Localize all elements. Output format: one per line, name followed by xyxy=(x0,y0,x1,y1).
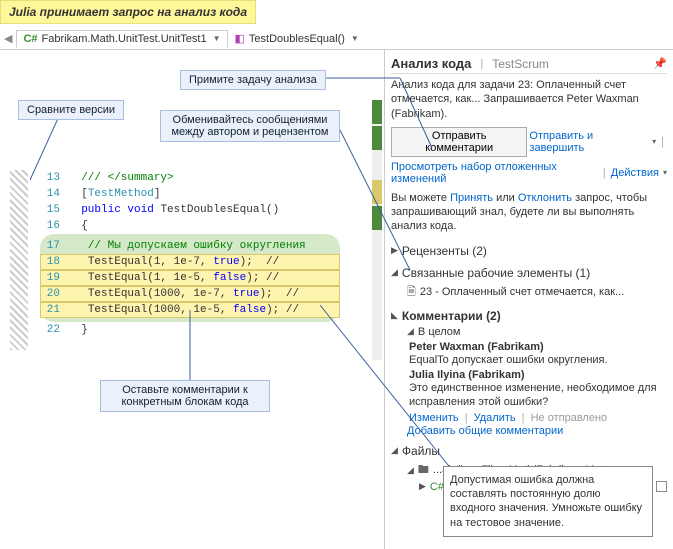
code-block[interactable]: 13 /// </summary> 14 [[TestMethod]TestMe… xyxy=(40,170,340,338)
accept-link[interactable]: Принять xyxy=(450,192,493,204)
callout-exchange: Обменивайтесь сообщениями между автором … xyxy=(160,110,340,142)
expand-icon: ▶ xyxy=(391,245,398,256)
pin-icon[interactable]: 📌 xyxy=(653,57,667,70)
edit-comment-link[interactable]: Изменить xyxy=(409,412,459,424)
tab-file[interactable]: C# Fabrikam.Math.UnitTest.UnitTest1 ▼ xyxy=(16,30,227,48)
panel-title: Анализ кода xyxy=(391,56,471,71)
scroll-overview[interactable] xyxy=(372,100,382,360)
callout-compare: Сравните версии xyxy=(18,100,124,120)
panel-subtitle: TestScrum xyxy=(492,57,549,71)
tab-method-label: TestDoublesEqual() xyxy=(249,33,345,45)
not-sent-label: Не отправлено xyxy=(531,412,608,424)
comment-item: Julia Ilyina (Fabrikam) Это единственное… xyxy=(409,369,667,424)
collapse-icon: ◢ xyxy=(407,465,414,476)
reviewers-section[interactable]: ▶Рецензенты (2) xyxy=(391,242,667,260)
dropdown-icon[interactable]: ▼ xyxy=(351,34,359,43)
overview-marker xyxy=(372,100,382,124)
method-icon: ◧ xyxy=(235,32,245,45)
add-general-comments-link[interactable]: Добавить общие комментарии xyxy=(407,425,563,437)
delete-comment-link[interactable]: Удалить xyxy=(474,412,516,424)
callout-leave: Оставьте комментарии к конкретным блокам… xyxy=(100,380,270,412)
collapse-icon: ◢ xyxy=(391,267,398,278)
dropdown-icon[interactable]: ▾ xyxy=(652,137,656,146)
checkbox[interactable] xyxy=(656,481,667,492)
inline-tooltip: Допустимая ошибка должна составлять пост… xyxy=(443,466,653,537)
overall-subsection[interactable]: ◢В целом xyxy=(407,325,667,339)
document-tabs: ◀ C# Fabrikam.Math.UnitTest.UnitTest1 ▼ … xyxy=(0,28,673,50)
actions-link[interactable]: Действия xyxy=(611,167,659,179)
overview-marker xyxy=(372,206,382,230)
dropdown-icon[interactable]: ▾ xyxy=(663,168,667,177)
accept-decline-text: Вы можете Принять или Отклонить запрос, … xyxy=(391,191,667,234)
send-and-finish-link[interactable]: Отправить и завершить xyxy=(529,130,648,154)
comment-body: Это единственное изменение, необходимое … xyxy=(409,381,667,410)
collapse-icon: ◣ xyxy=(391,310,398,321)
files-section[interactable]: ◢Файлы xyxy=(391,442,667,460)
comment-author: Peter Waxman (Fabrikam) xyxy=(409,341,667,353)
decline-link[interactable]: Отклонить xyxy=(518,192,572,204)
dropdown-icon[interactable]: ▼ xyxy=(213,34,221,43)
overview-marker xyxy=(372,126,382,150)
tab-file-label: Fabrikam.Math.UnitTest.UnitTest1 xyxy=(42,33,207,45)
view-shelveset-link[interactable]: Просмотреть набор отложенных изменений xyxy=(391,161,598,185)
work-item-icon: 🗎 xyxy=(407,283,416,302)
expand-icon: ▶ xyxy=(419,481,426,492)
comment-body: EqualTo допускает ошибки округления. xyxy=(409,353,667,367)
collapse-icon: ◢ xyxy=(391,445,398,456)
diff-hatch-strip xyxy=(10,170,28,350)
folder-icon: 🖿 xyxy=(418,461,429,480)
overview-marker xyxy=(372,180,382,204)
collapse-icon: ◢ xyxy=(407,326,414,337)
comment-author: Julia Ilyina (Fabrikam) xyxy=(409,369,667,381)
related-items-section[interactable]: ◢Связанные рабочие элементы (1) xyxy=(391,264,667,282)
csharp-file-icon: C# xyxy=(430,481,444,493)
comments-section[interactable]: ◣Комментарии (2) xyxy=(391,307,667,325)
tab-method[interactable]: ◧ TestDoublesEqual() ▼ xyxy=(228,29,366,48)
nav-back-icon[interactable]: ◀ xyxy=(0,32,16,45)
csharp-icon: C# xyxy=(23,33,37,45)
work-item-link[interactable]: 🗎23 - Оплаченный счет отмечается, как... xyxy=(407,282,667,303)
comment-item: Peter Waxman (Fabrikam) EqualTo допускае… xyxy=(409,341,667,367)
page-banner: Julia принимает запрос на анализ кода xyxy=(0,0,256,24)
callout-accept: Примите задачу анализа xyxy=(180,70,326,90)
send-comments-button[interactable]: Отправить комментарии xyxy=(391,127,527,157)
review-description: Анализ кода для задачи 23: Оплаченный сч… xyxy=(391,78,667,121)
